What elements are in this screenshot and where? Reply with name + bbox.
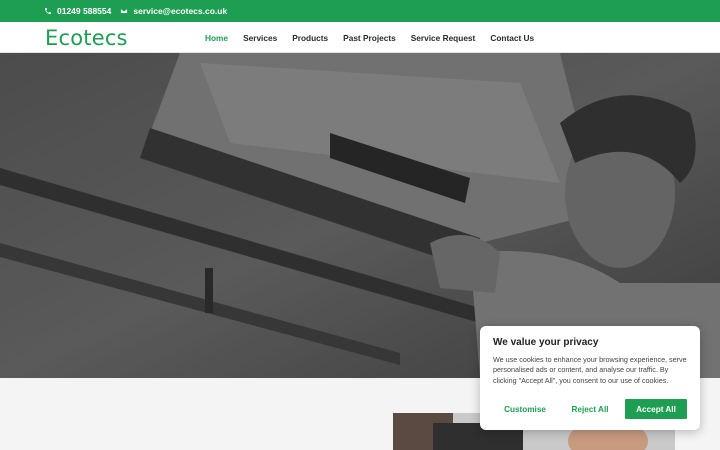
accept-all-button[interactable]: Accept All — [625, 399, 687, 419]
phone-link[interactable]: 01249 588554 — [44, 6, 111, 16]
nav-item-service-request[interactable]: Service Request — [411, 33, 476, 43]
email-address: service@ecotecs.co.uk — [133, 6, 228, 16]
main-menu: Home Services Products Past Projects Ser… — [205, 22, 549, 53]
nav-item-past-projects[interactable]: Past Projects — [343, 33, 396, 43]
email-link[interactable]: service@ecotecs.co.uk — [120, 6, 227, 16]
phone-icon — [45, 8, 51, 14]
main-header: Ecotecs Home Services Products Past Proj… — [0, 22, 720, 53]
cookie-title: We value your privacy — [493, 337, 599, 348]
envelope-icon — [120, 8, 128, 14]
cookie-buttons: Customise Reject All Accept All — [493, 399, 687, 419]
phone-number: 01249 588554 — [57, 6, 112, 16]
customise-button[interactable]: Customise — [493, 405, 557, 414]
nav-item-services[interactable]: Services — [243, 33, 277, 43]
cookie-message: We use cookies to enhance your browsing … — [493, 355, 687, 385]
nav-item-products[interactable]: Products — [292, 33, 328, 43]
nav-item-home[interactable]: Home — [205, 33, 228, 43]
cookie-consent-dialog: We value your privacy We use cookies to … — [480, 326, 700, 430]
nav-item-contact-us[interactable]: Contact Us — [490, 33, 534, 43]
site-logo[interactable]: Ecotecs — [45, 26, 128, 50]
top-contact-bar: 01249 588554 service@ecotecs.co.uk — [0, 0, 720, 22]
reject-all-button[interactable]: Reject All — [557, 405, 623, 414]
